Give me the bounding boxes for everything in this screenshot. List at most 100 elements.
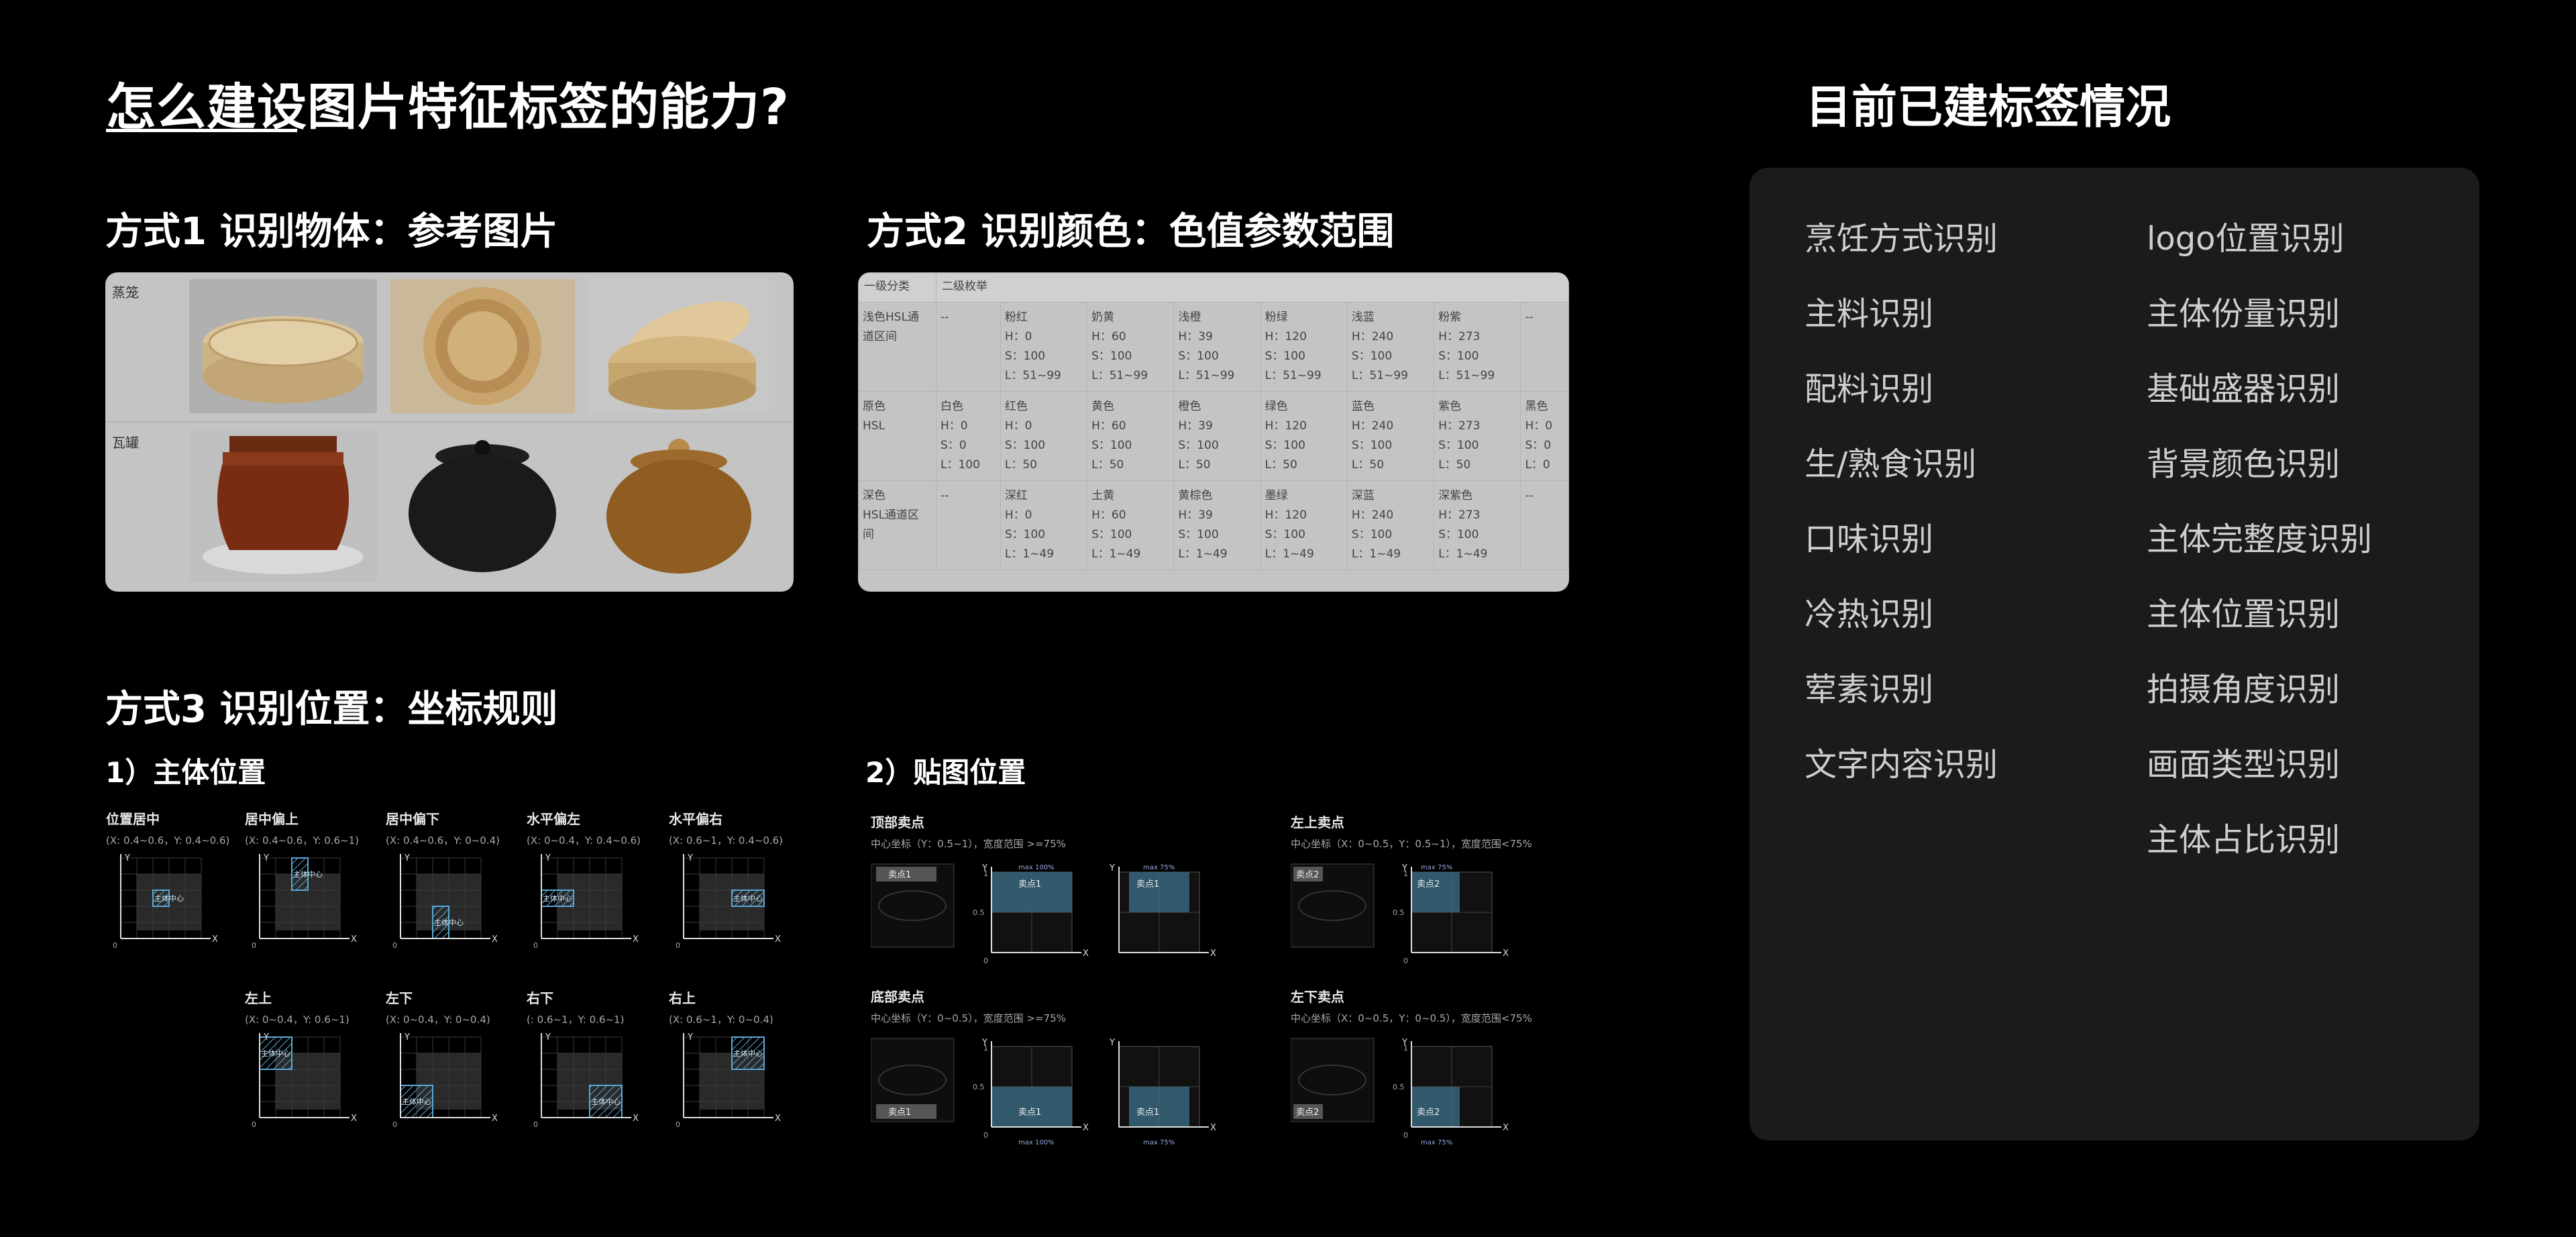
tag-item: 口味识别 <box>1805 521 1934 558</box>
title-underline <box>106 129 297 132</box>
page-title: 怎么建设图片特征标签的能力? <box>106 78 790 136</box>
tick-label: 0.5 <box>1393 1083 1405 1091</box>
position-range: (X: 0.6~1，Y: 0~0.4) <box>669 1014 773 1026</box>
axis-x-label: X <box>1503 949 1509 959</box>
position-grid: Y X 0 主体中心 <box>252 853 357 950</box>
axis-x-label: X <box>492 934 498 945</box>
sticker-diagram: 底部卖点 中心坐标（Y：0~0.5），宽度范围 >=75% 卖点1 卖点1 max 10… <box>871 986 1220 1149</box>
axis-y-label: Y <box>404 1032 410 1042</box>
sell-point-label: 卖点1 <box>1018 1108 1041 1118</box>
tick-label: 0 <box>392 1120 397 1129</box>
tag-item: 文字内容识别 <box>1805 746 1998 784</box>
bamboo-steamer-icon <box>390 279 575 413</box>
table-cell: 深蓝 H：240 S：100 L：1~49 <box>1346 480 1435 570</box>
tag-item: 主体占比识别 <box>2147 821 2341 859</box>
sticker-region <box>1411 872 1460 912</box>
position-diagram: 居中偏上 (X: 0.4~0.6，Y: 0.6~1) Y X 0 主体中心 <box>245 808 359 957</box>
axis-x-label: X <box>775 1114 781 1124</box>
method1-title: 方式1 识别物体：参考图片 <box>105 210 558 254</box>
tags-card: 烹饪方式识别 主料识别 配料识别 生/熟食识别 口味识别 冷热识别 荤素识别 文字内容识别 l… <box>1750 168 2479 1140</box>
sticker-region <box>991 872 1072 912</box>
position-title: 位置居中 <box>106 811 160 827</box>
tick-label: 0 <box>1403 1131 1408 1140</box>
table-cell: 蓝色 H：240 S：100 L：50 <box>1346 391 1435 481</box>
axis-y-label: Y <box>263 1032 269 1042</box>
tag-item: 主料识别 <box>1805 295 1934 333</box>
sticker-region <box>991 1087 1072 1127</box>
tick-label: 0.5 <box>973 908 985 917</box>
position-range: (: 0.6~1，Y: 0.6~1) <box>527 1014 625 1026</box>
sell-point-label: 卖点1 <box>888 870 911 880</box>
position-diagram: 水平偏右 (X: 0.6~1，Y: 0.4~0.6) Y X 0 主体中心 <box>669 808 783 957</box>
tags-column-2: logo位置识别 主体份量识别 基础盛器识别 背景颜色识别 主体完整度识别 主体位置识别拍… <box>2147 212 2372 888</box>
position-center-label: 主体中心 <box>261 1048 290 1058</box>
position-center-label: 主体中心 <box>733 1048 763 1058</box>
object-row-steamer: 蒸笼 <box>105 272 794 421</box>
clay-pot-icon <box>588 429 769 582</box>
axis-x-label: X <box>633 934 639 945</box>
color-table: 一级分类 二级枚举 浅色HSL通 道区间 -- 粉红 H：0 S：100 L：5… <box>858 272 1569 570</box>
tick-label: 0.5 <box>1393 908 1405 917</box>
table-cell: -- <box>1520 302 1569 392</box>
position-grid: Y X 0 主体中心 <box>392 853 498 950</box>
position-diagram: 右下 (: 0.6~1，Y: 0.6~1) Y X 0 主体中心 <box>527 987 641 1136</box>
axis-x-label: X <box>1503 1123 1509 1133</box>
clay-pot-image <box>588 429 769 582</box>
table-row: 深色 HSL通道区 间 -- 深红 H：0 S：100 L：1~49 土黄 H：… <box>858 480 1569 570</box>
tag-item: 画面类型识别 <box>2147 746 2341 784</box>
sticker-grid: 卖点1卖点1max 100%卖点1max 75%XYXY0.510 <box>871 863 1216 965</box>
sell-point-label: 卖点2 <box>1296 1108 1319 1118</box>
sell-point-label: 卖点2 <box>1417 879 1440 890</box>
tick-label: 0 <box>533 941 538 950</box>
sell-point-label: 卖点1 <box>1136 879 1159 890</box>
position-diagram: 居中偏下 (X: 0.4~0.6，Y: 0~0.4) Y X 0 主体中心 <box>386 808 500 957</box>
subject-position-title: 1）主体位置 <box>105 756 266 789</box>
axis-y-label: Y <box>124 853 130 863</box>
position-grid: Y X 0 主体中心 <box>676 1032 781 1129</box>
table-cell: 深红 H：0 S：100 L：1~49 <box>1000 480 1088 570</box>
tick-label: 1 <box>1403 1044 1408 1053</box>
table-cell: 紫色 H：273 S：100 L：50 <box>1434 391 1521 481</box>
table-cell: -- <box>1520 480 1569 570</box>
position-range: (X: 0~0.4，Y: 0~0.4) <box>386 1014 490 1026</box>
axis-y-label: Y <box>263 853 269 863</box>
axis-x-label: X <box>1083 949 1089 959</box>
sticker-desc: 中心坐标（Y：0~0.5），宽度范围 >=75% <box>871 1012 1066 1024</box>
position-title: 居中偏下 <box>386 811 439 827</box>
sticker-grid: 卖点2卖点2max 75%XY0.510 <box>1291 1038 1509 1146</box>
tick-label: 1 <box>983 869 988 878</box>
position-center-label: 主体中心 <box>402 1097 431 1106</box>
table-cell: 红色 H：0 S：100 L：50 <box>1000 391 1088 481</box>
axis-y-label: Y <box>1109 1038 1115 1048</box>
axis-y-label: Y <box>687 853 693 863</box>
sell-point-label: 卖点2 <box>1417 1108 1440 1118</box>
table-cell: 浅蓝 H：240 S：100 L：51~99 <box>1346 302 1435 392</box>
tag-item: 拍摄角度识别 <box>2147 671 2341 708</box>
tick-label: 0 <box>1403 957 1408 965</box>
axis-y-label: Y <box>545 1032 551 1042</box>
table-cell: 橙色 H：39 S：100 L：50 <box>1173 391 1261 481</box>
tag-item: 主体完整度识别 <box>2147 521 2373 558</box>
table-row: 原色 HSL 白色 H：0 S：0 L：100 红色 H：0 S：100 L：5… <box>858 391 1569 481</box>
clay-pot-image <box>390 429 575 582</box>
sticker-title: 底部卖点 <box>871 989 924 1005</box>
table-cell: 墨绿 H：120 S：100 L：1~49 <box>1260 480 1348 570</box>
max-width-label: max 100% <box>1018 864 1055 871</box>
position-range: (X: 0.6~1，Y: 0.4~0.6) <box>669 835 784 847</box>
position-title: 水平偏左 <box>527 811 580 827</box>
tick-label: 0 <box>983 1131 988 1140</box>
position-range: (X: 0.4~0.6，Y: 0.6~1) <box>245 835 360 847</box>
sell-point-label: 卖点1 <box>1018 879 1041 890</box>
sticker-diagram: 顶部卖点 中心坐标（Y：0.5~1），宽度范围 >=75% 卖点1 卖点1 max 10… <box>871 812 1220 975</box>
table-cell: 粉红 H：0 S：100 L：51~99 <box>1000 302 1088 392</box>
sticker-position-title: 2）贴图位置 <box>865 756 1026 789</box>
axis-y-label: Y <box>404 853 410 863</box>
object-row-claypot: 瓦罐 <box>105 421 794 592</box>
position-center-label: 主体中心 <box>154 894 184 903</box>
tick-label: 0 <box>113 941 117 950</box>
tag-item: 配料识别 <box>1805 370 1934 408</box>
tag-item: 背景颜色识别 <box>2147 445 2341 483</box>
sell-point-label: 卖点1 <box>1136 1108 1159 1118</box>
tick-label: 0 <box>676 941 680 950</box>
clay-pot-icon <box>390 429 575 582</box>
